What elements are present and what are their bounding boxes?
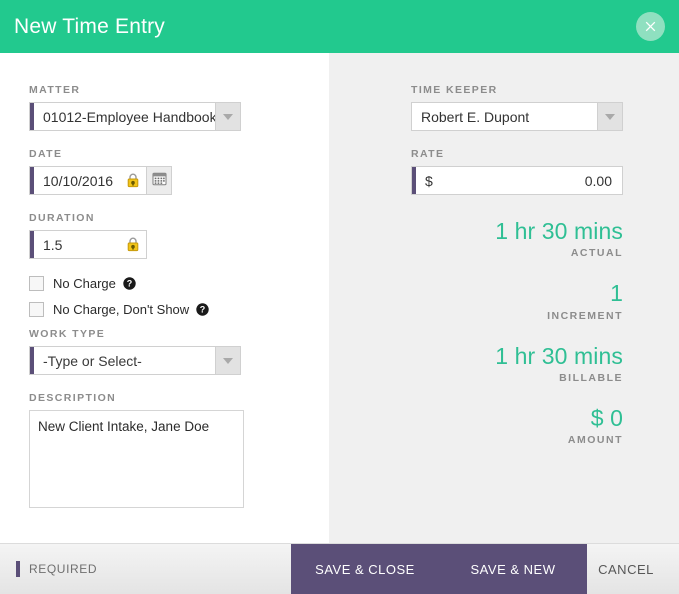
rate-currency-symbol: $ <box>425 172 433 189</box>
date-picker-button[interactable] <box>147 166 172 195</box>
no-charge-checkbox[interactable] <box>29 276 44 291</box>
description-textarea[interactable]: New Client Intake, Jane Doe <box>29 410 244 508</box>
svg-text:?: ? <box>127 279 133 289</box>
matter-dropdown-button[interactable] <box>215 103 240 130</box>
lock-icon <box>126 173 140 188</box>
no-charge-dont-show-label: No Charge, Don't Show <box>53 302 190 317</box>
chevron-down-icon <box>223 113 233 120</box>
help-icon[interactable]: ? <box>196 303 209 316</box>
no-charge-row[interactable]: No Charge ? <box>29 276 329 291</box>
required-legend-label: REQUIRED <box>29 562 98 576</box>
calendar-icon <box>152 171 167 191</box>
time-keeper-field: TIME KEEPER Robert E. Dupont <box>411 84 623 131</box>
work-type-value: -Type or Select- <box>43 352 142 369</box>
matter-select[interactable]: 01012-Employee Handbook <box>29 102 241 131</box>
work-type-select[interactable]: -Type or Select- <box>29 346 241 375</box>
svg-text:?: ? <box>200 305 206 315</box>
page-title: New Time Entry <box>14 15 165 38</box>
time-keeper-value: Robert E. Dupont <box>421 108 530 125</box>
no-charge-label: No Charge <box>53 276 116 291</box>
work-type-label: WORK TYPE <box>29 328 106 340</box>
rate-field: RATE $ 0.00 <box>411 148 623 195</box>
dialog-body: MATTER 01012-Employee Handbook DATE 10/1… <box>0 53 679 543</box>
save-and-close-button[interactable]: SAVE & CLOSE <box>291 544 439 594</box>
stat-actual-caption: ACTUAL <box>570 247 623 260</box>
stat-increment-value: 1 <box>610 280 623 307</box>
duration-value: 1.5 <box>43 236 63 253</box>
description-field: DESCRIPTION New Client Intake, Jane Doe <box>29 392 329 508</box>
stat-amount-caption: AMOUNT <box>567 434 623 447</box>
duration-label: DURATION <box>29 212 95 224</box>
date-value: 10/10/2016 <box>43 172 114 189</box>
stat-actual: 1 hr 30 mins ACTUAL <box>411 218 623 260</box>
cancel-button[interactable]: CANCEL <box>587 544 665 594</box>
date-field: DATE 10/10/2016 <box>29 148 329 195</box>
matter-field: MATTER 01012-Employee Handbook <box>29 84 329 131</box>
summary-stats: 1 hr 30 mins ACTUAL 1 INCREMENT 1 hr 30 … <box>411 218 623 447</box>
chevron-down-icon <box>605 113 615 120</box>
close-button[interactable] <box>636 12 665 41</box>
left-form-pane: MATTER 01012-Employee Handbook DATE 10/1… <box>0 53 329 543</box>
help-icon[interactable]: ? <box>123 277 136 290</box>
duration-input[interactable]: 1.5 <box>29 230 147 259</box>
stat-amount: $ 0 AMOUNT <box>411 404 623 447</box>
required-indicator-bar <box>16 561 20 577</box>
rate-label: RATE <box>411 148 445 160</box>
date-input[interactable]: 10/10/2016 <box>29 166 147 195</box>
duration-field: DURATION 1.5 <box>29 212 329 259</box>
close-icon <box>644 20 657 33</box>
stat-billable-caption: BILLABLE <box>559 371 623 384</box>
right-summary-pane: TIME KEEPER Robert E. Dupont RATE $ 0.00 <box>329 53 679 543</box>
dialog-footer: REQUIRED SAVE & CLOSE SAVE & NEW CANCEL <box>0 543 679 594</box>
charge-options: No Charge ? No Charge, Don't Show ? <box>29 276 329 317</box>
stat-increment: 1 INCREMENT <box>411 280 623 322</box>
stat-actual-value: 1 hr 30 mins <box>495 218 623 244</box>
time-keeper-dropdown-button[interactable] <box>597 103 622 130</box>
time-keeper-select[interactable]: Robert E. Dupont <box>411 102 623 131</box>
new-time-entry-dialog: New Time Entry MATTER 01012-Employee Han… <box>0 0 679 594</box>
matter-value: 01012-Employee Handbook <box>43 108 215 125</box>
stat-amount-value: $ 0 <box>590 404 623 431</box>
dialog-header: New Time Entry <box>0 0 679 53</box>
stat-billable-value: 1 hr 30 mins <box>495 342 623 369</box>
no-charge-dont-show-row[interactable]: No Charge, Don't Show ? <box>29 302 329 317</box>
lock-icon <box>126 237 140 252</box>
no-charge-dont-show-checkbox[interactable] <box>29 302 44 317</box>
rate-input[interactable]: $ 0.00 <box>411 166 623 195</box>
required-legend: REQUIRED <box>0 544 291 594</box>
save-and-new-button[interactable]: SAVE & NEW <box>439 544 587 594</box>
work-type-dropdown-button[interactable] <box>215 347 240 374</box>
stat-billable: 1 hr 30 mins BILLABLE <box>411 342 623 384</box>
stat-increment-caption: INCREMENT <box>547 309 623 322</box>
date-label: DATE <box>29 148 63 160</box>
time-keeper-label: TIME KEEPER <box>411 84 498 96</box>
rate-value: 0.00 <box>584 172 612 189</box>
chevron-down-icon <box>223 357 233 364</box>
matter-label: MATTER <box>29 84 81 96</box>
description-label: DESCRIPTION <box>29 392 117 404</box>
work-type-field: WORK TYPE -Type or Select- <box>29 328 329 375</box>
